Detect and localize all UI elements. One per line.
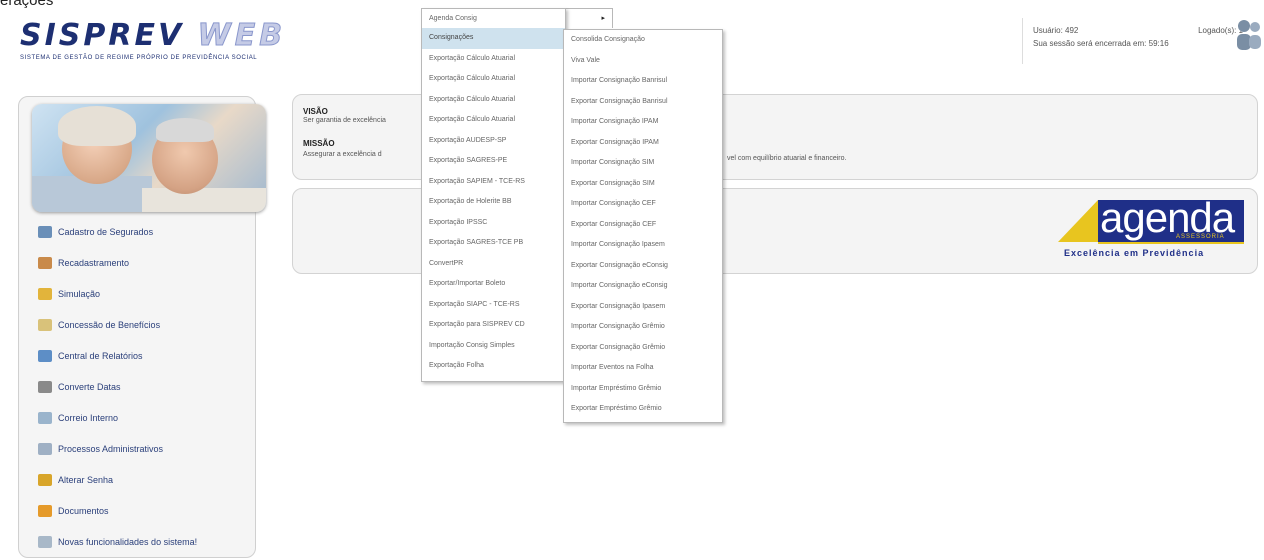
vision-text: Ser garantia de excelência: [303, 117, 386, 124]
submenu-item[interactable]: Exportar Consignação IPAM: [564, 133, 722, 154]
logo-web: WEB: [197, 18, 287, 54]
consignacoes-submenu: Consolida Consignação Viva Vale Importar C…: [563, 29, 723, 423]
agenda-tagline: Excelência em Previdência: [1064, 248, 1205, 258]
menu-item[interactable]: Exportação SAGRES-PE: [422, 151, 565, 172]
vision-title: VISÃO: [303, 107, 328, 116]
sidebar-item[interactable]: Correio Interno: [38, 402, 248, 433]
sidebar-item[interactable]: Novas funcionalidades do sistema!: [38, 526, 248, 557]
sidebar-item-label: Concessão de Benefícios: [58, 319, 161, 330]
menu-item[interactable]: Exportação Cálculo Atuarial: [422, 110, 565, 131]
menu-item[interactable]: Exportação SIAPC - TCE-RS: [422, 295, 565, 316]
sidebar-item[interactable]: Central de Relatórios: [38, 340, 248, 371]
sidebar-item[interactable]: Processos Administrativos: [38, 433, 248, 464]
menu-item[interactable]: Exportação IPSSC: [422, 213, 565, 234]
submenu-item[interactable]: Exportar Consignação eConsig: [564, 256, 722, 277]
sidebar-item-label: Recadastramento: [58, 257, 130, 268]
session-info: Usuário: 492 Logado(s): 1 Sua sessão ser…: [1022, 18, 1243, 64]
menu-item[interactable]: Consignações: [422, 28, 565, 49]
report-icon: [38, 349, 52, 362]
sidebar-item-label: Processos Administrativos: [58, 443, 164, 454]
menu-item[interactable]: Exportação para SISPREV CD: [422, 315, 565, 336]
sidebar-item[interactable]: Cadastro de Segurados: [38, 216, 248, 247]
user-icon: [38, 256, 52, 269]
sidebar-item-label: Documentos: [58, 505, 109, 516]
menu-item[interactable]: ConvertPR: [422, 254, 565, 275]
mission-text: Assegurar a excelência d: [303, 151, 382, 158]
logo-subtitle: SISTEMA DE GESTÃO DE REGIME PRÓPRIO DE P…: [20, 55, 258, 61]
sidebar-item[interactable]: Concessão de Benefícios: [38, 309, 248, 340]
mail-icon: [38, 411, 52, 424]
process-icon: [38, 442, 52, 455]
dropdown-menu: Agenda Consig ▸ Consignações Exportação Cál…: [421, 8, 605, 382]
sidebar-item-label: Alterar Senha: [58, 474, 114, 485]
submenu-item[interactable]: Importar Consignação Ipasem: [564, 235, 722, 256]
sidebar-item[interactable]: Alterar Senha: [38, 464, 248, 495]
sidebar-item-label: Novas funcionalidades do sistema!: [58, 536, 198, 547]
submenu-item[interactable]: Exportar Consignação SIM: [564, 174, 722, 195]
mission-text-end: vel com equilíbrio atuarial e financeiro…: [727, 155, 847, 162]
menu-item[interactable]: Exportação Cálculo Atuarial: [422, 49, 565, 70]
submenu-item[interactable]: Importar Empréstimo Grêmio: [564, 379, 722, 400]
submenu-item[interactable]: Importar Consignação Banrisul: [564, 71, 722, 92]
sidebar-item[interactable]: Simulação: [38, 278, 248, 309]
new-features-icon: [38, 535, 52, 548]
submenu-item[interactable]: Exportar Empréstimo Grêmio: [564, 399, 722, 420]
agenda-triangle-icon: [1058, 200, 1098, 242]
menu-item[interactable]: Exportação Cálculo Atuarial: [422, 90, 565, 111]
sidebar-item-label: Cadastro de Segurados: [58, 226, 154, 237]
submenu-arrow-icon: ▸: [601, 15, 605, 22]
submenu-item[interactable]: Importar Consignação IPAM: [564, 112, 722, 133]
session-timer: Sua sessão será encerrada em: 59:16: [1033, 39, 1169, 48]
agenda-logo[interactable]: agenda ASSESSORIA Excelência em Previdên…: [1058, 194, 1248, 262]
document-icon: [38, 318, 52, 331]
sidebar-item-label: Simulação: [58, 288, 101, 299]
user-id: Usuário: 492: [1033, 26, 1079, 35]
sidebar-item[interactable]: Recadastramento: [38, 247, 248, 278]
key-icon: [38, 473, 52, 486]
menu-item[interactable]: Exportação SAGRES-TCE PB: [422, 233, 565, 254]
logo-title: SISPREV: [20, 18, 185, 53]
submenu-item[interactable]: Importar Consignação Grêmio: [564, 317, 722, 338]
menu-item[interactable]: Exportação SAPIEM - TCE-RS: [422, 172, 565, 193]
sidebar-item-label: Correio Interno: [58, 412, 119, 423]
mission-title: MISSÃO: [303, 139, 335, 148]
submenu-item[interactable]: Importar Consignação CEF: [564, 194, 722, 215]
menu-item[interactable]: Exportar/Importar Boleto: [422, 274, 565, 295]
agenda-sub: ASSESSORIA: [1176, 234, 1225, 240]
sidebar-item[interactable]: Converte Datas: [38, 371, 248, 402]
menu-item[interactable]: Agenda Consig ▸: [422, 9, 605, 28]
sisprev-logo[interactable]: SISPREV WEB SISTEMA DE GESTÃO DE REGIME …: [20, 18, 287, 62]
banner-photo: [32, 104, 266, 212]
menu-item[interactable]: Exportação Folha: [422, 356, 565, 377]
calendar-icon: [38, 380, 52, 393]
submenu-item[interactable]: Importar Eventos na Folha: [564, 358, 722, 379]
submenu-item[interactable]: Consolida Consignação: [564, 30, 722, 51]
sidebar-menu: Cadastro de Segurados Recadastramento Simu…: [38, 216, 248, 557]
sidebar-item-label: Converte Datas: [58, 381, 121, 392]
documents-icon: [38, 504, 52, 517]
submenu-item[interactable]: Exportar Consignação CEF: [564, 215, 722, 236]
submenu-item[interactable]: Viva Vale: [564, 51, 722, 72]
menu-item[interactable]: Importação Consig Simples: [422, 336, 565, 357]
submenu-item[interactable]: Importar Consignação SIM: [564, 153, 722, 174]
menu-item[interactable]: Exportação Cálculo Atuarial: [422, 69, 565, 90]
folder-icon: [38, 287, 52, 300]
submenu-item[interactable]: Importar Consignação eConsig: [564, 276, 722, 297]
online-users-icon[interactable]: [1236, 18, 1262, 58]
submenu-item[interactable]: Exportar Consignação Banrisul: [564, 92, 722, 113]
sidebar-item[interactable]: Documentos: [38, 495, 248, 526]
menu-item[interactable]: Exportação de Holerite BB: [422, 192, 565, 213]
submenu-item[interactable]: Exportar Consignação Grêmio: [564, 338, 722, 359]
sidebar-item-label: Central de Relatórios: [58, 350, 143, 361]
menu-item[interactable]: Exportação AUDESP-SP: [422, 131, 565, 152]
submenu-item[interactable]: Exportar Consignação Ipasem: [564, 297, 722, 318]
users-icon: [38, 225, 52, 238]
